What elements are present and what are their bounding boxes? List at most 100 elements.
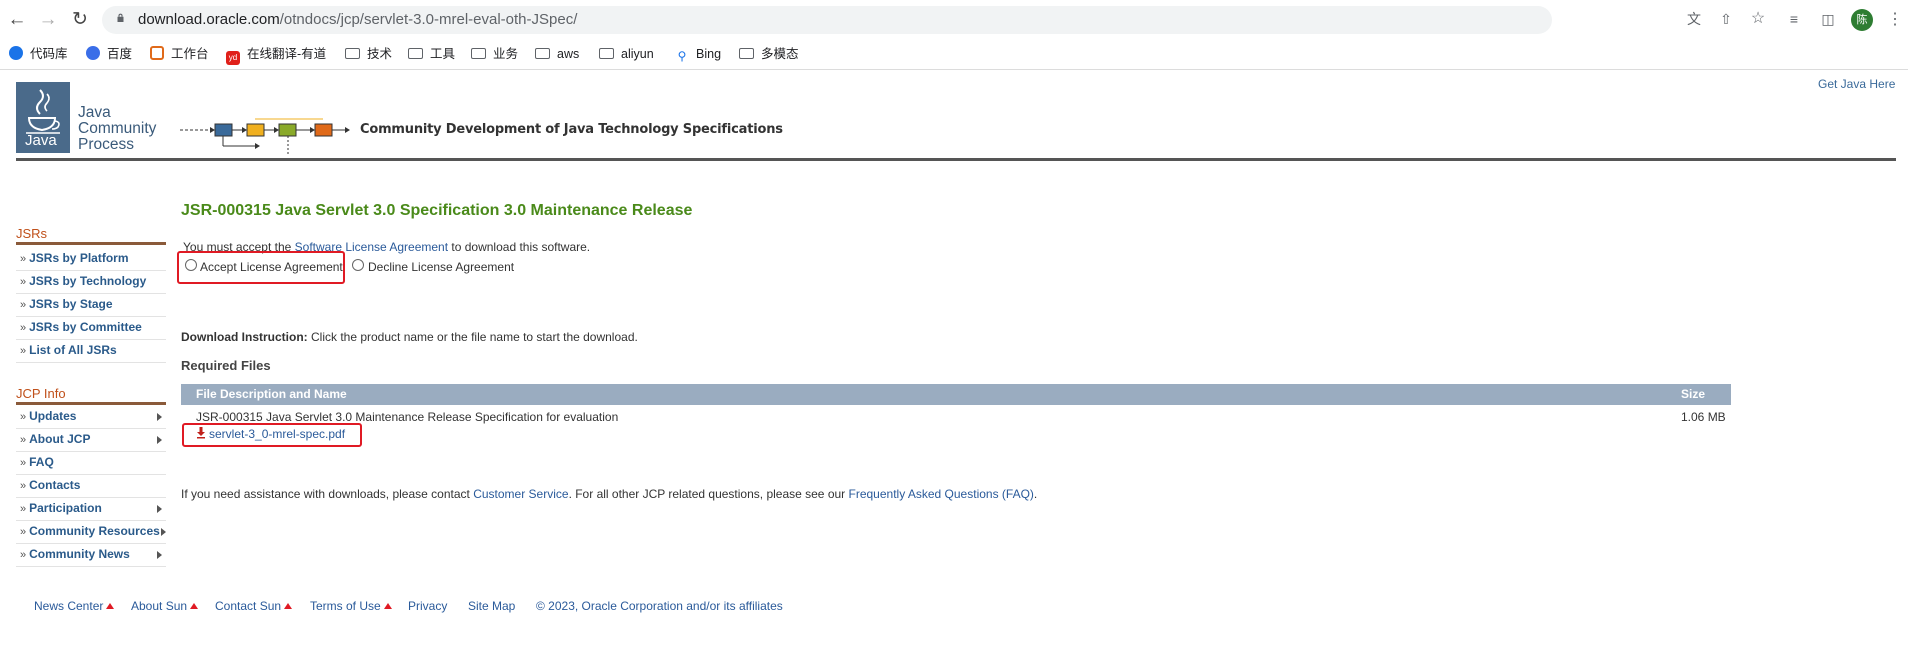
- raquo-icon: »: [20, 503, 27, 515]
- folder-icon: [345, 48, 360, 59]
- decline-license-radio[interactable]: [352, 259, 364, 271]
- bookmark-workbench[interactable]: 工作台: [150, 44, 209, 64]
- accept-license-label[interactable]: Accept License Agreement: [200, 260, 343, 274]
- address-bar[interactable]: download.oracle.com/otndocs/jcp/servlet-…: [102, 6, 1552, 34]
- profile-avatar[interactable]: 陈: [1851, 9, 1873, 31]
- url-path: /otndocs/jcp/servlet-3.0-mrel-eval-oth-J…: [279, 11, 578, 28]
- side-panel-icon[interactable]: ◫: [1818, 9, 1838, 29]
- sidebar-item-community-news[interactable]: » Community News: [16, 543, 166, 567]
- bookmark-folder-tech[interactable]: 技术: [345, 44, 392, 64]
- star-icon[interactable]: ☆: [1748, 9, 1768, 29]
- expand-arrow-icon: [157, 551, 162, 559]
- up-arrow-icon: [284, 603, 293, 609]
- up-arrow-icon: [383, 603, 392, 609]
- sidebar-jsrs-heading: JSRs: [16, 226, 48, 241]
- get-java-link[interactable]: Get Java Here: [1818, 77, 1895, 91]
- files-table-header: File Description and Name Size: [181, 384, 1731, 405]
- sidebar-item-updates[interactable]: » Updates: [16, 405, 166, 429]
- sidebar-item-jsrs-by-stage[interactable]: » JSRs by Stage: [16, 293, 166, 317]
- java-logo[interactable]: Java: [16, 82, 70, 153]
- instruction-heading: Download Instruction:: [181, 330, 308, 344]
- bookmark-folder-tools[interactable]: 工具: [408, 44, 455, 64]
- expand-arrow-icon: [157, 413, 162, 421]
- decline-license-label[interactable]: Decline License Agreement: [368, 260, 514, 274]
- sidebar-item-community-resources[interactable]: » Community Resources: [16, 520, 166, 544]
- sidebar-item-label: Updates: [29, 409, 77, 423]
- assist-text: .: [1033, 487, 1038, 501]
- bookmark-folder-aliyun[interactable]: aliyun: [599, 44, 654, 64]
- forward-icon[interactable]: →: [36, 8, 60, 32]
- sidebar-item-jsrs-by-technology[interactable]: » JSRs by Technology: [16, 270, 166, 294]
- bookmarks-bar: 代码库 百度 工作台 yd 在线翻译-有道 技术 工具 业务 aws aliyun…: [0, 40, 1908, 68]
- jcp-wordmark: Java Community Process: [78, 105, 156, 153]
- bookmark-code-repo[interactable]: 代码库: [9, 44, 68, 64]
- wordmark-line: Java: [78, 104, 111, 121]
- bookmark-folder-aws[interactable]: aws: [535, 44, 579, 64]
- expand-arrow-icon: [157, 436, 162, 444]
- required-files-heading: Required Files: [181, 358, 271, 373]
- bookmark-baidu[interactable]: 百度: [86, 44, 132, 64]
- reading-list-icon[interactable]: ≡: [1784, 9, 1804, 29]
- paw-icon: [86, 46, 100, 60]
- up-arrow-icon: [190, 603, 199, 609]
- raquo-icon: »: [20, 480, 27, 492]
- raquo-icon: »: [20, 322, 27, 334]
- share-icon[interactable]: ⇧: [1716, 9, 1736, 29]
- file-download-link[interactable]: servlet-3_0-mrel-spec.pdf: [209, 427, 345, 441]
- footer-link-label: Terms of Use: [310, 599, 381, 613]
- code-repo-icon: [9, 46, 23, 60]
- sidebar-item-label: List of All JSRs: [29, 343, 117, 357]
- back-icon[interactable]: ←: [5, 8, 29, 32]
- sidebar-item-about-jcp[interactable]: » About JCP: [16, 428, 166, 452]
- footer-contact-sun[interactable]: Contact Sun: [215, 599, 293, 613]
- sidebar-item-participation[interactable]: » Participation: [16, 497, 166, 521]
- footer-link-label: About Sun: [131, 599, 188, 613]
- translate-icon[interactable]: 文: [1684, 9, 1704, 29]
- column-header-description: File Description and Name: [196, 387, 347, 401]
- bookmark-label: 技术: [367, 47, 393, 61]
- footer-site-map[interactable]: Site Map: [468, 599, 515, 613]
- url-text: download.oracle.com/otndocs/jcp/servlet-…: [138, 11, 577, 28]
- wordmark-line: Community: [78, 120, 157, 137]
- raquo-icon: »: [20, 299, 27, 311]
- footer-privacy[interactable]: Privacy: [408, 599, 447, 613]
- assist-text: . For all other JCP related questions, p…: [568, 487, 849, 501]
- bookmark-folder-multimodal[interactable]: 多模态: [739, 44, 799, 64]
- assistance-notice: If you need assistance with downloads, p…: [181, 487, 1037, 501]
- folder-icon: [739, 48, 754, 59]
- download-instruction: Download Instruction: Click the product …: [181, 330, 638, 344]
- sidebar-item-list-all-jsrs[interactable]: » List of All JSRs: [16, 339, 166, 363]
- sidebar-item-jsrs-by-platform[interactable]: » JSRs by Platform: [16, 247, 166, 271]
- folder-icon: [599, 48, 614, 59]
- sidebar-item-contacts[interactable]: » Contacts: [16, 474, 166, 498]
- reload-icon[interactable]: ↻: [68, 8, 92, 32]
- url-domain: download.oracle.com: [138, 11, 280, 28]
- page-title: JSR-000315 Java Servlet 3.0 Specificatio…: [181, 202, 693, 219]
- bookmark-bing[interactable]: ⚲ Bing: [675, 44, 721, 64]
- bookmark-label: 代码库: [30, 47, 68, 61]
- sidebar-item-label: JSRs by Committee: [29, 320, 142, 334]
- footer-news-center[interactable]: News Center: [34, 599, 115, 613]
- download-icon[interactable]: [196, 427, 206, 439]
- expand-arrow-icon: [157, 505, 162, 513]
- faq-link[interactable]: Frequently Asked Questions (FAQ): [849, 487, 1034, 501]
- bookmark-label: aliyun: [621, 47, 654, 61]
- folder-icon: [408, 48, 423, 59]
- sidebar-item-faq[interactable]: » FAQ: [16, 451, 166, 475]
- bookmark-folder-business[interactable]: 业务: [471, 44, 518, 64]
- sidebar-item-label: Community News: [29, 547, 130, 561]
- browser-toolbar: ← → ↻ download.oracle.com/otndocs/jcp/se…: [0, 0, 1908, 40]
- customer-service-link[interactable]: Customer Service: [473, 487, 568, 501]
- bookmark-label: 在线翻译-有道: [247, 47, 327, 61]
- footer-terms-of-use[interactable]: Terms of Use: [310, 599, 392, 613]
- bookmark-label: Bing: [696, 47, 722, 61]
- menu-icon[interactable]: ⋮: [1887, 9, 1903, 31]
- up-arrow-icon: [106, 603, 115, 609]
- bookmark-youdao[interactable]: yd 在线翻译-有道: [226, 44, 327, 65]
- file-description: JSR-000315 Java Servlet 3.0 Maintenance …: [196, 410, 619, 424]
- bookmark-label: 业务: [493, 47, 519, 61]
- sidebar-item-jsrs-by-committee[interactable]: » JSRs by Committee: [16, 316, 166, 340]
- accept-license-radio[interactable]: [185, 259, 197, 271]
- sidebar-item-label: JSRs by Technology: [29, 274, 147, 288]
- footer-about-sun[interactable]: About Sun: [131, 599, 199, 613]
